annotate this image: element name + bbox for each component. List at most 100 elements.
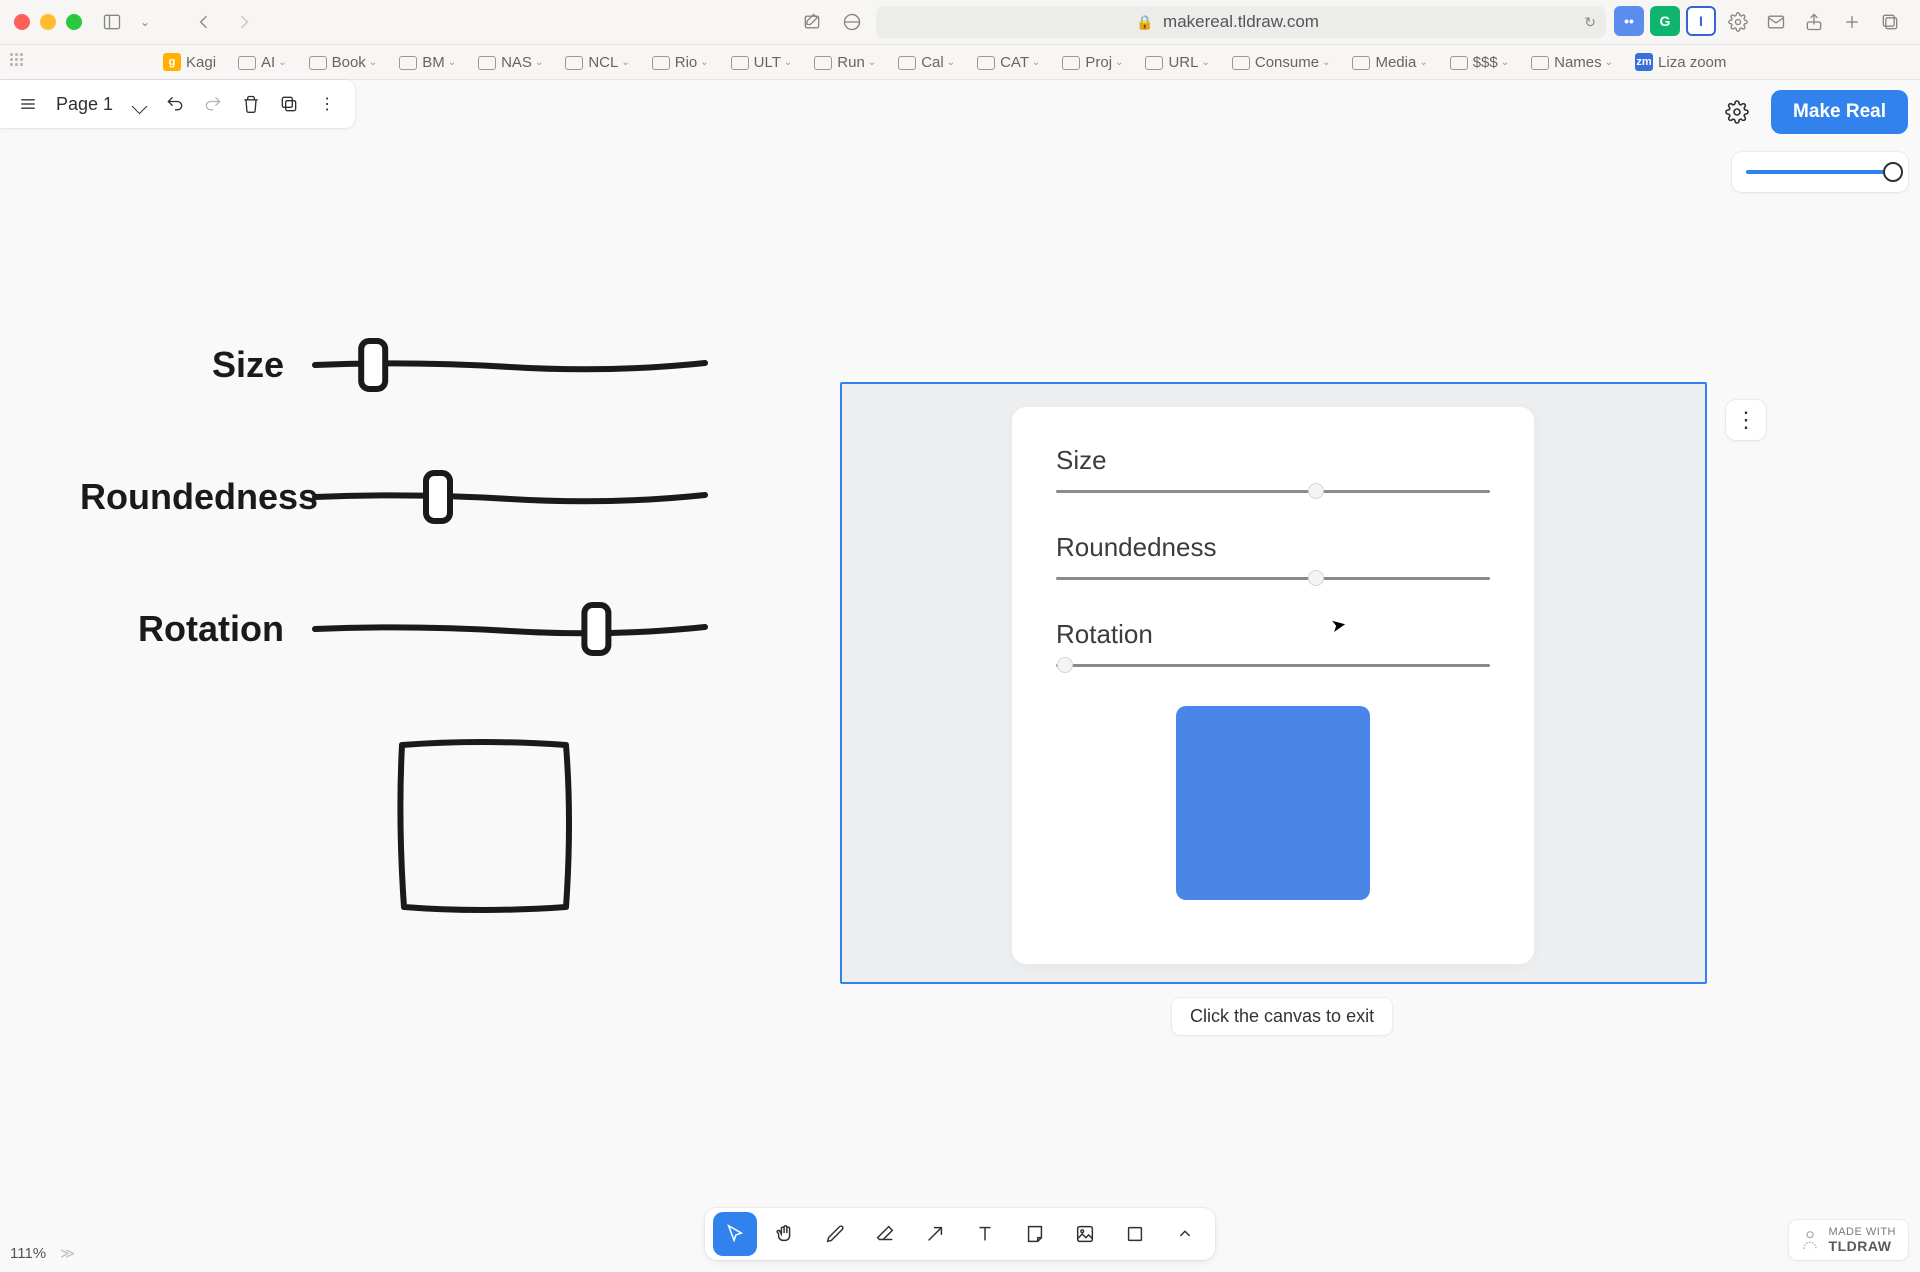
browser-settings-icon[interactable] <box>1722 6 1754 38</box>
chevron-down-icon: ⌄ <box>784 57 792 68</box>
chevron-down-icon: ⌄ <box>1115 57 1123 68</box>
zoom-slider-card[interactable] <box>1732 152 1908 192</box>
eraser-tool[interactable] <box>863 1212 907 1256</box>
compose-icon[interactable] <box>796 6 828 38</box>
bookmark-cat[interactable]: CAT⌄ <box>970 50 1047 74</box>
slider-thumb[interactable] <box>1308 570 1324 586</box>
draw-tool[interactable] <box>813 1212 857 1256</box>
zoom-indicator[interactable]: 111% ≫ <box>10 1245 75 1262</box>
bookmark-media[interactable]: Media⌄ <box>1345 50 1434 74</box>
image-tool[interactable] <box>1063 1212 1107 1256</box>
sketch-label: Rotation <box>80 608 310 650</box>
range-slider[interactable] <box>1056 490 1490 500</box>
sketch-label: Roundedness <box>80 476 310 518</box>
slider-thumb[interactable] <box>1308 483 1324 499</box>
badge-brand: TLDRAW <box>1829 1238 1896 1254</box>
text-tool[interactable] <box>963 1212 1007 1256</box>
folder-icon <box>1145 56 1163 70</box>
close-window-button[interactable] <box>14 14 30 30</box>
bookmark-liza-zoom[interactable]: zmLiza zoom <box>1628 50 1733 74</box>
make-real-button[interactable]: Make Real <box>1771 90 1908 134</box>
control-label: Size <box>1056 445 1490 476</box>
generated-more-button[interactable]: ⋮ <box>1726 400 1766 440</box>
generated-ui-card: Size Roundedness Rotation <box>1012 407 1534 964</box>
duplicate-button[interactable] <box>271 86 307 122</box>
note-tool[interactable] <box>1013 1212 1057 1256</box>
minimize-window-button[interactable] <box>40 14 56 30</box>
top-right-cluster: Make Real <box>1715 90 1908 134</box>
folder-icon <box>399 56 417 70</box>
control-label: Roundedness <box>1056 532 1490 563</box>
tab-group-dropdown[interactable]: ⌄ <box>136 6 154 38</box>
tabs-overview-button[interactable] <box>1874 6 1906 38</box>
range-slider[interactable] <box>1056 577 1490 587</box>
hand-tool[interactable] <box>763 1212 807 1256</box>
folder-icon <box>814 56 832 70</box>
bookmark-bm[interactable]: BM⌄ <box>392 50 463 74</box>
reload-icon[interactable]: ↻ <box>1584 14 1596 31</box>
zoom-slider-thumb[interactable] <box>1883 162 1903 182</box>
new-tab-button[interactable] <box>1836 6 1868 38</box>
undo-button[interactable] <box>157 86 193 122</box>
bookmark-ncl[interactable]: NCL⌄ <box>558 50 636 74</box>
bookmark-proj[interactable]: Proj⌄ <box>1055 50 1130 74</box>
folder-icon <box>977 56 995 70</box>
extension-icon-2[interactable]: G <box>1650 6 1680 36</box>
control-size: Size <box>1056 445 1490 500</box>
chrome-right-icons: •• G I <box>1614 6 1906 38</box>
more-options-button[interactable]: ⋮ <box>309 86 345 122</box>
sketch-label: Size <box>80 344 310 386</box>
share-icon[interactable] <box>1798 6 1830 38</box>
shape-tool[interactable] <box>1113 1212 1157 1256</box>
folder-icon <box>238 56 256 70</box>
user-sketch: Size Roundedness Rotation <box>80 335 800 926</box>
zoom-slider-track[interactable] <box>1746 170 1894 174</box>
bookmark--[interactable]: $$$⌄ <box>1443 50 1516 74</box>
more-tools-button[interactable] <box>1163 1212 1207 1256</box>
bookmark-kagi[interactable]: gKagi <box>156 50 223 74</box>
bookmark-names[interactable]: Names⌄ <box>1524 50 1620 74</box>
chevron-down-icon: ⌄ <box>278 57 286 68</box>
url-bar[interactable]: 🔒 makereal.tldraw.com ↻ <box>876 6 1606 38</box>
bookmark-rio[interactable]: Rio⌄ <box>645 50 716 74</box>
select-tool[interactable] <box>713 1212 757 1256</box>
bookmark-book[interactable]: Book⌄ <box>302 50 385 74</box>
bookmark-nas[interactable]: NAS⌄ <box>471 50 550 74</box>
slider-thumb[interactable] <box>1057 657 1073 673</box>
bookmark-ai[interactable]: AI⌄ <box>231 50 294 74</box>
control-rotation: Rotation <box>1056 619 1490 674</box>
bookmark-cal[interactable]: Cal⌄ <box>891 50 962 74</box>
sidebar-toggle-button[interactable] <box>96 6 128 38</box>
trash-button[interactable] <box>233 86 269 122</box>
person-icon <box>1801 1229 1819 1251</box>
maximize-window-button[interactable] <box>66 14 82 30</box>
privacy-report-icon[interactable] <box>836 6 868 38</box>
bookmark-url[interactable]: URL⌄ <box>1138 50 1216 74</box>
folder-icon <box>1450 56 1468 70</box>
page-selector[interactable]: Page 1 <box>48 94 155 115</box>
generated-shape-preview <box>1176 706 1370 900</box>
made-with-tldraw-badge[interactable]: MADE WITH TLDRAW <box>1789 1220 1908 1260</box>
apps-grid-icon[interactable] <box>10 53 28 71</box>
sketch-square <box>390 731 800 926</box>
menu-button[interactable] <box>10 86 46 122</box>
chevron-down-icon: ⌄ <box>700 57 708 68</box>
forward-button[interactable] <box>228 6 260 38</box>
extension-icon-1[interactable]: •• <box>1614 6 1644 36</box>
chevron-down-icon: ⌄ <box>1322 57 1330 68</box>
redo-button[interactable] <box>195 86 231 122</box>
canvas[interactable]: Size Roundedness Rotation ⋮ Size Roundednes… <box>0 80 1920 1272</box>
arrow-tool[interactable] <box>913 1212 957 1256</box>
chevron-down-icon: ⌄ <box>621 57 629 68</box>
back-button[interactable] <box>188 6 220 38</box>
bookmark-ult[interactable]: ULT⌄ <box>724 50 800 74</box>
extension-icon-3[interactable]: I <box>1686 6 1716 36</box>
range-slider[interactable] <box>1056 664 1490 674</box>
chevron-down-icon: ⌄ <box>1419 57 1427 68</box>
mail-icon[interactable] <box>1760 6 1792 38</box>
bookmark-consume[interactable]: Consume⌄ <box>1225 50 1338 74</box>
control-roundedness: Roundedness <box>1056 532 1490 587</box>
settings-button[interactable] <box>1715 90 1759 134</box>
url-text: makereal.tldraw.com <box>1163 12 1319 32</box>
bookmark-run[interactable]: Run⌄ <box>807 50 883 74</box>
